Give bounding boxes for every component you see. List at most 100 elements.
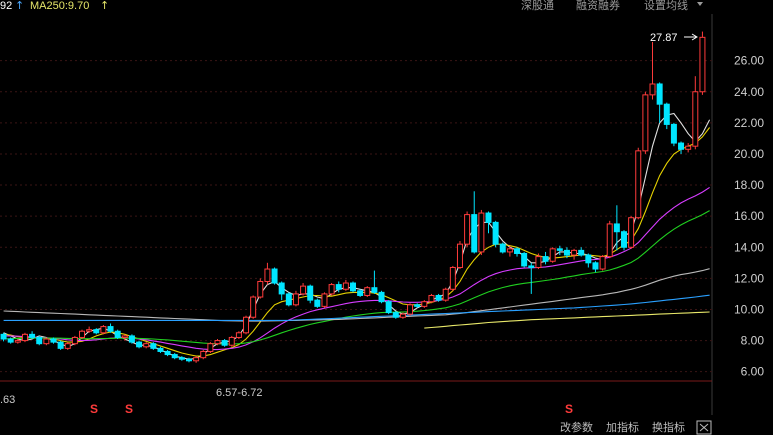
candle-body — [642, 94, 649, 152]
y-tick-label: 18.00 — [734, 178, 764, 192]
candle-body — [157, 347, 164, 352]
ma250-label: MA250:9.70 — [30, 0, 89, 12]
candle-body — [86, 329, 93, 332]
candle — [692, 76, 699, 150]
ma-line-ma_yellow — [3, 127, 711, 357]
candle-body — [278, 282, 285, 295]
candle — [64, 342, 71, 350]
candle-body — [0, 333, 7, 340]
left-price-label: .63 — [0, 394, 15, 406]
candle — [663, 102, 670, 130]
candle — [492, 220, 499, 248]
candle-body — [542, 256, 549, 262]
candle — [235, 331, 242, 340]
candle — [435, 293, 442, 302]
ma-left-value: 92 — [0, 0, 12, 12]
candle-body — [271, 268, 278, 284]
candle — [578, 247, 585, 257]
chevron-down-icon[interactable] — [697, 2, 703, 6]
candle-body — [478, 212, 485, 253]
candle-body — [214, 340, 221, 345]
candle — [428, 293, 435, 304]
candle — [221, 339, 228, 347]
grid-lines — [0, 60, 712, 373]
candle-body — [71, 336, 78, 345]
candle — [699, 31, 706, 95]
candle-body — [371, 287, 378, 293]
switch-indicator-button[interactable]: 换指标 — [652, 420, 685, 434]
candle — [449, 265, 456, 291]
candle — [0, 332, 7, 342]
candle — [292, 290, 299, 307]
candle — [385, 300, 392, 315]
set-ma-button[interactable]: 设置均线 — [644, 0, 688, 12]
candle — [100, 325, 107, 335]
moving-average-lines — [3, 112, 711, 360]
footer-bar: 改参数 加指标 换指标 — [560, 420, 712, 435]
candle — [471, 191, 478, 254]
candle-body — [228, 336, 235, 346]
candle-body — [685, 145, 692, 150]
candle-body — [200, 350, 207, 359]
candle — [649, 41, 656, 100]
candle-body — [342, 282, 349, 290]
candle — [164, 349, 171, 357]
ma-left-arrow-icon: ↑ — [15, 0, 24, 12]
y-tick-label: 8.00 — [741, 334, 765, 348]
candle-body — [128, 335, 135, 343]
shenzhen-connect-button[interactable]: 深股通 — [521, 0, 554, 12]
candle-body — [464, 214, 471, 245]
candle-body — [456, 243, 463, 268]
candle-body — [307, 285, 314, 301]
candle — [599, 255, 606, 271]
candle-body — [257, 280, 264, 298]
candle — [328, 283, 335, 296]
add-indicator-button[interactable]: 加指标 — [606, 420, 639, 434]
candle — [307, 284, 314, 304]
candle — [300, 283, 307, 296]
ma-line-ma_white — [3, 112, 711, 360]
candle — [350, 281, 356, 293]
candle — [314, 298, 321, 308]
signal-marker: S — [90, 402, 98, 416]
candle — [143, 342, 150, 349]
candle — [464, 211, 471, 248]
candle-body — [79, 330, 86, 338]
candle-body — [492, 221, 499, 245]
candle-body — [635, 150, 642, 219]
candle-body — [656, 83, 663, 105]
candle-body — [357, 290, 364, 296]
margin-trading-button[interactable]: 融资融券 — [576, 0, 620, 12]
candle-body — [164, 350, 171, 356]
candle-body — [250, 296, 257, 318]
candle — [271, 267, 278, 285]
candle-body — [364, 287, 371, 296]
change-params-button[interactable]: 改参数 — [560, 420, 593, 434]
candle — [514, 247, 521, 257]
candle — [157, 346, 164, 354]
candle — [357, 289, 364, 298]
candle-body — [613, 223, 620, 233]
candle-body — [385, 301, 392, 314]
candle — [528, 262, 535, 294]
candle-body — [663, 103, 670, 125]
stock-kline-chart[interactable]: 92 ↑ MA250:9.70 ↑ 深股通 融资融券 设置均线 26.00 24.… — [0, 0, 773, 435]
candle-body — [100, 326, 107, 334]
candle-body — [14, 340, 21, 343]
candle-body — [193, 357, 200, 362]
candle-body — [528, 265, 535, 268]
candle-body — [556, 248, 563, 251]
candle — [71, 335, 78, 346]
y-tick-label: 24.00 — [734, 85, 764, 99]
candle — [128, 334, 135, 344]
candle-body — [314, 299, 321, 307]
candle-body — [114, 330, 121, 338]
candle-body — [57, 341, 64, 349]
candle — [43, 337, 50, 346]
candle-body — [221, 340, 228, 346]
candle-body — [107, 326, 114, 332]
candle — [86, 326, 93, 333]
y-tick-label: 14.00 — [734, 240, 764, 254]
candle-body — [606, 223, 613, 258]
ma-line-ma_gray — [3, 268, 710, 322]
